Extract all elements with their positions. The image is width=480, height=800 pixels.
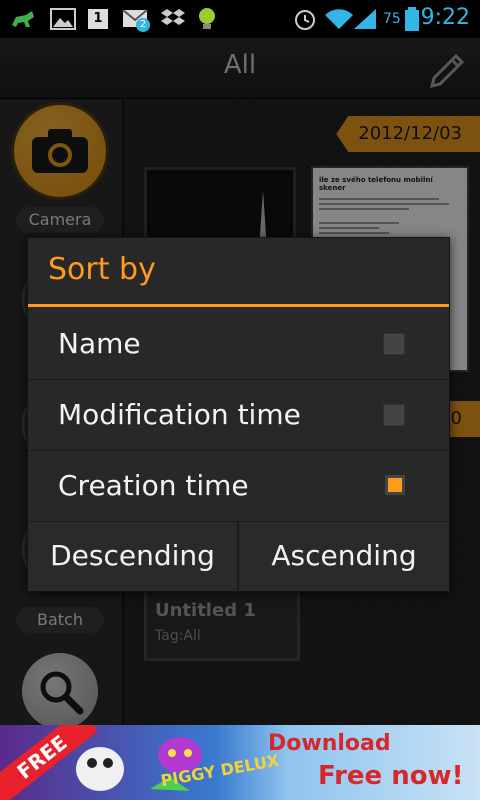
ad-free-now-text: Free now! [318,761,464,791]
clock: 9:22 [420,5,470,30]
sort-option-name[interactable]: Name [28,309,449,380]
ad-download-text: Download [268,731,391,756]
battery-icon [405,7,419,31]
signal-icon [354,9,376,29]
wifi-icon [325,9,353,29]
status-bar: 1 2 75 9:22 [0,0,480,38]
dialog-divider [28,304,449,307]
android-icon [12,11,34,27]
bulb-icon [199,8,215,29]
radio-checked-icon[interactable] [385,475,405,495]
option-label: Name [58,327,141,360]
dialog-title: Sort by [48,252,156,287]
sort-option-modification-time[interactable]: Modification time [28,380,449,451]
option-label: Modification time [58,398,301,431]
option-label: Creation time [58,469,249,502]
radio-unchecked-icon[interactable] [383,404,405,426]
radio-unchecked-icon[interactable] [383,333,405,355]
descending-button[interactable]: Descending [28,522,239,590]
ad-banner[interactable]: FREE PIGGY DELUX Download Free now! [0,725,480,800]
calendar-icon: 1 [88,9,108,29]
ascending-button[interactable]: Ascending [239,522,449,590]
sort-dialog: Sort by Name Modification time Creation … [27,237,450,592]
sort-option-creation-time[interactable]: Creation time [28,451,449,522]
alarm-icon [295,10,315,30]
dropbox-icon [161,9,185,25]
gallery-icon [50,8,76,30]
gmail-badge: 2 [136,18,150,32]
battery-level: 75 [383,11,401,27]
